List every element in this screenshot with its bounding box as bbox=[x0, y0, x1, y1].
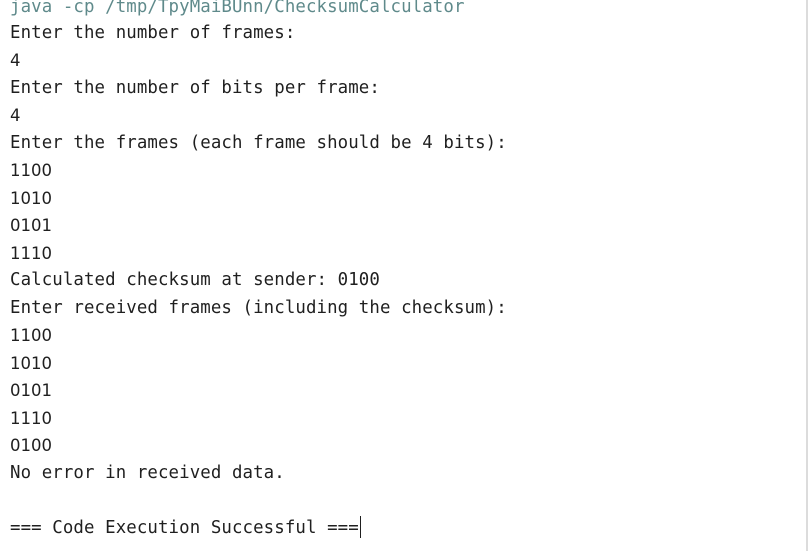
prompt-number-of-frames: Enter the number of frames: bbox=[10, 23, 296, 43]
execution-status: === Code Execution Successful === bbox=[10, 515, 361, 542]
sender-frame: 0101 bbox=[10, 216, 52, 235]
received-frame: 1100 bbox=[10, 326, 52, 345]
received-frame: 1010 bbox=[10, 354, 52, 373]
execution-status-text: === Code Execution Successful === bbox=[10, 518, 359, 538]
sender-frame: 1100 bbox=[10, 161, 52, 180]
prompt-received-frames: Enter received frames (including the che… bbox=[10, 298, 507, 318]
sender-frame: 1010 bbox=[10, 189, 52, 208]
checksum-result: Calculated checksum at sender: 0100 bbox=[10, 270, 380, 290]
received-frame: 0100 bbox=[10, 436, 52, 455]
command-line: java -cp /tmp/TpyMaiBUnn/ChecksumCalcula… bbox=[10, 0, 465, 17]
received-frame: 1110 bbox=[10, 409, 52, 428]
received-frame: 0101 bbox=[10, 381, 52, 400]
prompt-enter-frames: Enter the frames (each frame should be 4… bbox=[10, 133, 507, 153]
input-number-of-frames: 4 bbox=[10, 51, 21, 70]
text-cursor bbox=[359, 516, 361, 538]
input-bits-per-frame: 4 bbox=[10, 106, 21, 125]
console-output[interactable]: java -cp /tmp/TpyMaiBUnn/ChecksumCalcula… bbox=[0, 0, 808, 551]
prompt-bits-per-frame: Enter the number of bits per frame: bbox=[10, 78, 380, 98]
sender-frame: 1110 bbox=[10, 244, 52, 263]
verification-result: No error in received data. bbox=[10, 463, 285, 483]
